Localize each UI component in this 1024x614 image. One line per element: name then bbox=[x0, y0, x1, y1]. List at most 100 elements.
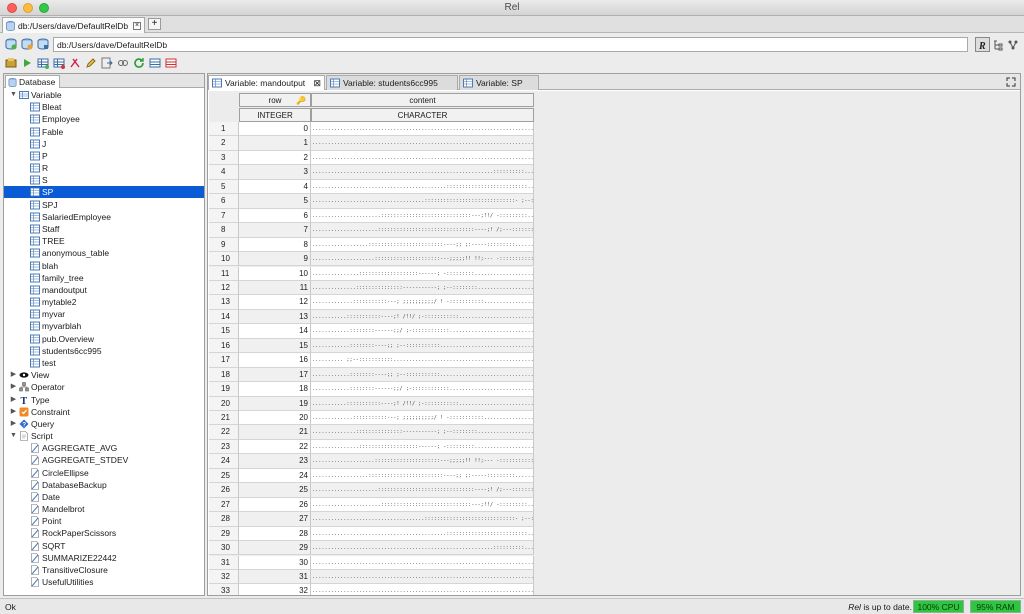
edit-icon[interactable] bbox=[84, 56, 98, 70]
tree-item-tree[interactable]: TREE bbox=[30, 235, 65, 247]
collapsed-arrow-icon[interactable]: ▶ bbox=[10, 383, 17, 391]
cell-content[interactable]: ...............:::::::::::::::::::------… bbox=[311, 266, 534, 281]
cell-content[interactable]: ........................................… bbox=[311, 179, 534, 195]
tree-item-j[interactable]: J bbox=[30, 138, 46, 150]
cell-row[interactable]: 15 bbox=[239, 338, 311, 354]
tree-item-pub-overview[interactable]: pub.Overview bbox=[30, 333, 94, 345]
tab-database[interactable]: Database bbox=[5, 75, 61, 88]
cell-content[interactable]: ........................................… bbox=[311, 584, 534, 595]
cell-content[interactable]: ..............:::::::::::::::-----------… bbox=[311, 425, 534, 440]
cell-content[interactable]: ....................::::::::::::::::::::… bbox=[311, 454, 534, 469]
tree-view-icon[interactable] bbox=[991, 38, 1005, 52]
tree-item-bleat[interactable]: Bleat bbox=[30, 101, 61, 113]
cell-row[interactable]: 11 bbox=[239, 280, 311, 296]
tree-item-type[interactable]: ▶ T Type bbox=[10, 394, 50, 406]
tree-item-point[interactable]: Point bbox=[30, 515, 61, 527]
cell-row[interactable]: 16 bbox=[239, 353, 311, 368]
document-tab[interactable]: db:/Users/dave/DefaultRelDb × bbox=[2, 17, 145, 33]
tree-item-employee[interactable]: Employee bbox=[30, 113, 80, 125]
cell-row[interactable]: 1 bbox=[239, 136, 311, 151]
column-header-row[interactable]: row 🔑 bbox=[239, 93, 311, 107]
tree-item-sqrt[interactable]: SQRT bbox=[30, 540, 65, 552]
tree-item-rockpaperscissors[interactable]: RockPaperScissors bbox=[30, 527, 116, 539]
column-header-content[interactable]: content bbox=[311, 93, 534, 107]
cell-content[interactable]: ......................::::::::::::::::::… bbox=[311, 208, 534, 224]
tree-item-mandoutput[interactable]: mandoutput bbox=[30, 284, 87, 296]
tree-item-anonymous-table[interactable]: anonymous_table bbox=[30, 247, 109, 259]
tree-item-summarize22442[interactable]: SUMMARIZE22442 bbox=[30, 552, 117, 564]
network-view-icon[interactable] bbox=[1006, 38, 1020, 52]
cell-row[interactable]: 29 bbox=[239, 541, 311, 556]
collapsed-arrow-icon[interactable]: ▶ bbox=[10, 408, 17, 416]
collapsed-arrow-icon[interactable]: ▶ bbox=[10, 420, 17, 428]
cell-row[interactable]: 9 bbox=[239, 252, 311, 267]
cell-content[interactable]: .....................:::::::::::::::::::… bbox=[311, 223, 534, 238]
tree-item-operator[interactable]: ▶ Operator bbox=[10, 381, 65, 393]
open-remote-db-icon[interactable] bbox=[36, 37, 50, 51]
expanded-arrow-icon[interactable]: ▼ bbox=[10, 91, 17, 99]
cell-content[interactable]: ........................................… bbox=[311, 526, 534, 542]
cell-content[interactable]: .......... ;;--:::::::::::..............… bbox=[311, 353, 534, 368]
tree-item-s[interactable]: S bbox=[30, 174, 48, 186]
cell-content[interactable]: ........................................… bbox=[311, 150, 534, 166]
tree-item-circleellipse[interactable]: CircleEllipse bbox=[30, 467, 89, 479]
tree-item-view[interactable]: ▶ View bbox=[10, 369, 49, 381]
cell-row[interactable]: 6 bbox=[239, 208, 311, 224]
cell-row[interactable]: 8 bbox=[239, 237, 311, 253]
cell-row[interactable]: 17 bbox=[239, 367, 311, 383]
cell-row[interactable]: 7 bbox=[239, 223, 311, 238]
cell-content[interactable]: .............:::::::::::---; ;;;;;;;;;;/… bbox=[311, 411, 534, 426]
cell-row[interactable]: 22 bbox=[239, 439, 311, 455]
cell-content[interactable]: ........................................… bbox=[311, 555, 534, 570]
cell-row[interactable]: 0 bbox=[239, 122, 311, 137]
tab-variable-1[interactable]: Variable: mandoutput ⊠ bbox=[208, 75, 325, 90]
cell-row[interactable]: 32 bbox=[239, 584, 311, 595]
tree-item-variable[interactable]: ▼ Variable bbox=[10, 89, 62, 101]
cell-row[interactable]: 31 bbox=[239, 569, 311, 585]
cell-row[interactable]: 19 bbox=[239, 396, 311, 411]
cell-row[interactable]: 24 bbox=[239, 468, 311, 484]
collapsed-arrow-icon[interactable]: ▶ bbox=[10, 396, 17, 404]
cell-content[interactable]: ............::::::::------;;/ ;-::::::::… bbox=[311, 382, 534, 397]
tree-item-r[interactable]: R bbox=[30, 162, 48, 174]
cell-row[interactable]: 3 bbox=[239, 165, 311, 180]
cell-row[interactable]: 20 bbox=[239, 411, 311, 426]
tree-item-fable[interactable]: Fable bbox=[30, 126, 63, 138]
tree-item-databasebackup[interactable]: DatabaseBackup bbox=[30, 479, 107, 491]
cell-content[interactable]: ...........:::::::::::----;! /!!/ ;-::::… bbox=[311, 309, 534, 325]
tree-item-date[interactable]: Date bbox=[30, 491, 60, 503]
link-icon[interactable] bbox=[116, 56, 130, 70]
cell-content[interactable]: .............:::::::::::---; ;;;;;;;;;;/… bbox=[311, 295, 534, 310]
run-icon[interactable] bbox=[20, 56, 34, 70]
cell-content[interactable]: ....................................::::… bbox=[311, 512, 534, 527]
cell-row[interactable]: 25 bbox=[239, 483, 311, 498]
open-local-db-icon[interactable] bbox=[4, 37, 18, 51]
cell-content[interactable]: .....................:::::::::::::::::::… bbox=[311, 483, 534, 498]
tree-item-sp[interactable]: SP bbox=[4, 186, 204, 199]
tree-item-aggregate-stdev[interactable]: AGGREGATE_STDEV bbox=[30, 454, 128, 466]
cell-row[interactable]: 13 bbox=[239, 309, 311, 325]
cell-row[interactable]: 4 bbox=[239, 179, 311, 195]
tree-item-mytable2[interactable]: mytable2 bbox=[30, 296, 77, 308]
create-table-icon[interactable] bbox=[36, 56, 50, 70]
cell-row[interactable]: 21 bbox=[239, 425, 311, 440]
tree-item-salariedemployee[interactable]: SalariedEmployee bbox=[30, 211, 111, 223]
maximize-icon[interactable] bbox=[1006, 77, 1016, 87]
tree-item-p[interactable]: P bbox=[30, 150, 48, 162]
cell-content[interactable]: ............::::::::----;; ;--::::::::::… bbox=[311, 367, 534, 383]
cell-row[interactable]: 30 bbox=[239, 555, 311, 570]
refresh-icon[interactable] bbox=[132, 56, 146, 70]
cell-content[interactable]: ...........:::::::::::----;! /!!/ ;-::::… bbox=[311, 396, 534, 411]
cell-content[interactable]: ....................::::::::::::::::::::… bbox=[311, 252, 534, 267]
design-icon[interactable] bbox=[68, 56, 82, 70]
cell-content[interactable]: ........................................… bbox=[311, 165, 534, 180]
tree-item-script[interactable]: ▼ Script bbox=[10, 430, 53, 442]
tree-item-constraint[interactable]: ▶ Constraint bbox=[10, 406, 70, 418]
tree-item-myvarblah[interactable]: myvarblah bbox=[30, 320, 81, 332]
cell-content[interactable]: ........................................… bbox=[311, 541, 534, 556]
cell-row[interactable]: 14 bbox=[239, 324, 311, 339]
tab-variable-2[interactable]: Variable: students6cc995 bbox=[326, 75, 458, 90]
tree-item-family-tree[interactable]: family_tree bbox=[30, 272, 84, 284]
backup-icon[interactable] bbox=[4, 56, 18, 70]
expanded-arrow-icon[interactable]: ▼ bbox=[10, 432, 17, 440]
